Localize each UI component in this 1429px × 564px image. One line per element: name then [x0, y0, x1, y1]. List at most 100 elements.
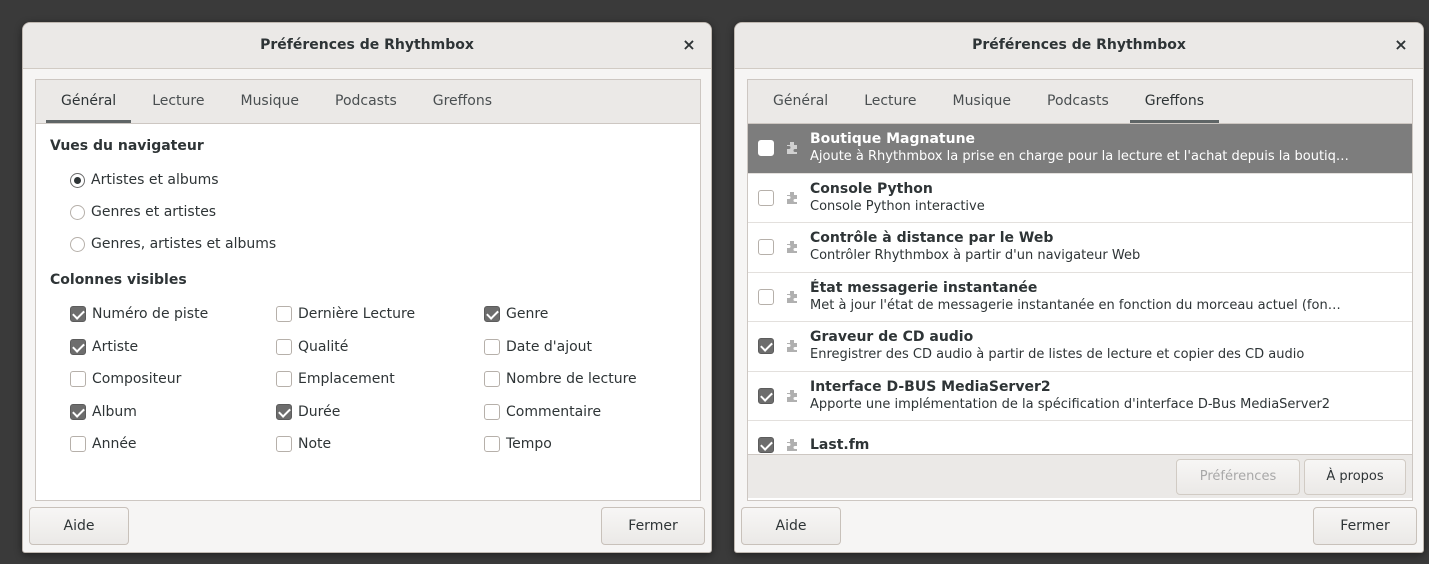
close-icon[interactable]: × — [1391, 35, 1411, 55]
plugin-icon — [784, 437, 800, 453]
plugin-row[interactable]: Graveur de CD audio Enregistrer des CD au… — [748, 322, 1412, 372]
tab-musique[interactable]: Musique — [225, 80, 314, 123]
tab-podcasts[interactable]: Podcasts — [320, 80, 412, 123]
dialog-title: Préférences de Rhythmbox — [260, 37, 474, 53]
plugin-name: Graveur de CD audio — [810, 329, 974, 346]
plugin-description: Met à jour l'état de messagerie instanta… — [810, 297, 1341, 313]
checkbox-label: Artiste — [92, 338, 139, 355]
radio-button[interactable] — [70, 204, 85, 220]
plugin-row[interactable]: Console Python Console Python interactive — [748, 174, 1412, 223]
visible-columns-grid: Numéro de piste Dernière Lecture Genre Arti… — [50, 298, 686, 461]
checkbox-numero-de-piste[interactable]: Numéro de piste — [70, 298, 276, 331]
tab-musique[interactable]: Musique — [937, 80, 1026, 123]
tab-podcasts[interactable]: Podcasts — [1032, 80, 1124, 123]
plugin-name: État messagerie instantanée — [810, 279, 1038, 296]
checkbox-tempo[interactable]: Tempo — [484, 428, 684, 461]
checkbox-artiste[interactable]: Artiste — [70, 331, 276, 364]
tab-greffons[interactable]: Greffons — [418, 80, 507, 123]
checkbox[interactable] — [484, 436, 500, 453]
checkbox[interactable] — [484, 338, 500, 355]
browser-views-heading: Vues du navigateur — [50, 138, 204, 154]
radio-label: Artistes et albums — [91, 172, 219, 188]
checkbox[interactable] — [70, 306, 86, 323]
plugin-enable-checkbox[interactable] — [758, 189, 774, 206]
checkbox-genre[interactable]: Genre — [484, 298, 684, 331]
plugin-enable-checkbox[interactable] — [758, 239, 774, 256]
checkbox-commentaire[interactable]: Commentaire — [484, 396, 684, 429]
checkbox[interactable] — [70, 403, 86, 420]
radio-label: Genres et artistes — [91, 204, 217, 220]
dialog-button-bar: Aide Fermer — [23, 500, 711, 552]
close-button[interactable]: Fermer — [1313, 507, 1417, 545]
plugin-text: Contrôle à distance par le Web Contrôler … — [810, 229, 1412, 265]
plugin-row[interactable]: Boutique Magnatune Ajoute à Rhythmbox la … — [748, 124, 1412, 174]
tab-lecture[interactable]: Lecture — [137, 80, 219, 123]
checkbox-album[interactable]: Album — [70, 396, 276, 429]
notebook: Général Lecture Musique Podcasts Greffons Bo… — [747, 79, 1413, 501]
checkbox[interactable] — [484, 371, 500, 388]
radio-button[interactable] — [70, 236, 85, 252]
checkbox-derniere-lecture[interactable]: Dernière Lecture — [276, 298, 484, 331]
checkbox-note[interactable]: Note — [276, 428, 484, 461]
plugin-row[interactable]: Last.fm — [748, 421, 1412, 454]
checkbox-emplacement[interactable]: Emplacement — [276, 363, 484, 396]
plugin-icon — [784, 388, 800, 404]
checkbox-nombre-de-lecture[interactable]: Nombre de lecture — [484, 363, 684, 396]
plugin-name: Interface D-BUS MediaServer2 — [810, 378, 1051, 395]
plugin-enable-checkbox[interactable] — [758, 288, 774, 305]
plugin-name: Contrôle à distance par le Web — [810, 230, 1054, 247]
plugin-icon — [784, 239, 800, 255]
plugin-icon — [784, 190, 800, 206]
checkbox-date-d-ajout[interactable]: Date d'ajout — [484, 331, 684, 364]
plugin-text: État messagerie instantanée Met à jour l'… — [810, 279, 1412, 315]
plugin-description: Apporte une implémentation de la spécifi… — [810, 396, 1331, 412]
plugin-row[interactable]: État messagerie instantanée Met à jour l'… — [748, 273, 1412, 322]
plugin-text: Boutique Magnatune Ajoute à Rhythmbox la … — [810, 130, 1412, 166]
plugin-about-button[interactable]: À propos — [1304, 459, 1406, 495]
checkbox[interactable] — [70, 436, 86, 453]
checkbox[interactable] — [276, 338, 292, 355]
plugin-description: Console Python interactive — [810, 198, 985, 214]
checkbox[interactable] — [276, 403, 292, 420]
plugin-enable-checkbox[interactable] — [758, 387, 774, 404]
plugin-actions-bar: Préférences À propos — [748, 454, 1412, 498]
tab-greffons[interactable]: Greffons — [1129, 80, 1220, 123]
tab-general[interactable]: Général — [758, 80, 843, 123]
checkbox[interactable] — [484, 306, 500, 323]
checkbox-qualite[interactable]: Qualité — [276, 331, 484, 364]
browser-views-group: Artistes et albums Genres et artistes Genr… — [50, 164, 686, 260]
radio-artistes-et-albums[interactable]: Artistes et albums — [50, 164, 686, 196]
help-button[interactable]: Aide — [29, 507, 129, 545]
tab-general[interactable]: Général — [46, 80, 132, 123]
plugin-row[interactable]: Contrôle à distance par le Web Contrôler … — [748, 223, 1412, 273]
plugin-enable-checkbox[interactable] — [758, 140, 774, 157]
notebook: Général Lecture Musique Podcasts Greffons Vu… — [35, 79, 701, 501]
plugin-icon — [784, 338, 800, 354]
close-icon[interactable]: × — [679, 35, 699, 55]
preferences-dialog-plugins: Préférences de Rhythmbox × Général Lectur… — [734, 22, 1424, 553]
checkbox-compositeur[interactable]: Compositeur — [70, 363, 276, 396]
plugin-row[interactable]: Interface D-BUS MediaServer2 Apporte une … — [748, 372, 1412, 421]
radio-genres-et-artistes[interactable]: Genres et artistes — [50, 196, 686, 228]
plugin-preferences-button[interactable]: Préférences — [1176, 459, 1300, 495]
checkbox[interactable] — [276, 306, 292, 323]
checkbox[interactable] — [70, 338, 86, 355]
checkbox-duree[interactable]: Durée — [276, 396, 484, 429]
radio-button[interactable] — [70, 172, 85, 188]
checkbox-annee[interactable]: Année — [70, 428, 276, 461]
help-button[interactable]: Aide — [741, 507, 841, 545]
checkbox[interactable] — [276, 371, 292, 388]
plugin-icon — [784, 289, 800, 305]
checkbox[interactable] — [276, 436, 292, 453]
plugin-enable-checkbox[interactable] — [758, 338, 774, 355]
checkbox-label: Album — [92, 403, 137, 420]
checkbox[interactable] — [70, 371, 86, 388]
plugin-name: Boutique Magnatune — [810, 131, 976, 148]
checkbox-label: Genre — [506, 306, 549, 323]
close-button[interactable]: Fermer — [601, 507, 705, 545]
tab-lecture[interactable]: Lecture — [849, 80, 931, 123]
checkbox[interactable] — [484, 403, 500, 420]
plugin-enable-checkbox[interactable] — [758, 437, 774, 454]
radio-genres-artistes-et-albums[interactable]: Genres, artistes et albums — [50, 228, 686, 260]
plugin-description: Enregistrer des CD audio à partir de lis… — [810, 347, 1305, 363]
